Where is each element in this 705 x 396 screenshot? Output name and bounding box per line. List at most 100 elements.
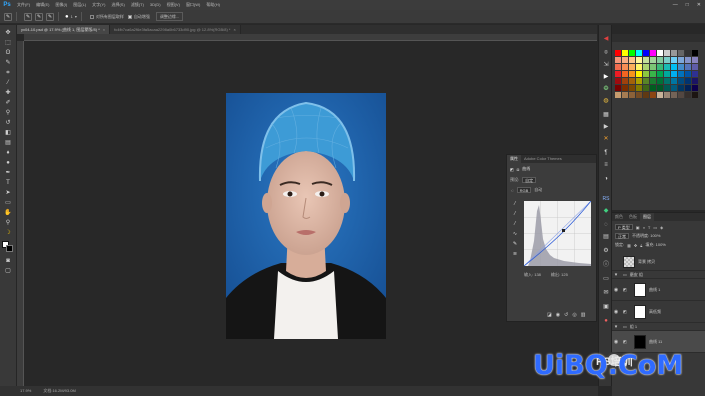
color-swatch[interactable]: [615, 85, 621, 91]
paragraph-icon[interactable]: ≡: [602, 161, 610, 169]
color-swatch[interactable]: [657, 50, 663, 56]
auto-button[interactable]: 自动: [534, 187, 542, 193]
opacity-label[interactable]: 不透明度: 100%: [632, 233, 660, 239]
color-swatch[interactable]: [685, 85, 691, 91]
color-swatch[interactable]: [650, 50, 656, 56]
glyph-icon[interactable]: ◌: [602, 221, 610, 229]
color-swatch[interactable]: [664, 57, 670, 63]
tools-icon[interactable]: ✕: [602, 135, 610, 143]
lock-all-icon[interactable]: 🔒︎: [640, 243, 642, 248]
clone-stamp-tool-icon[interactable]: ⚲: [3, 109, 13, 117]
screen-mode-icon[interactable]: ▢: [3, 267, 13, 275]
color-swatch[interactable]: [657, 57, 663, 63]
layer-mask-thumbnail[interactable]: [634, 304, 646, 319]
color-swatch[interactable]: [692, 85, 698, 91]
set-black-point-icon[interactable]: ⁄: [511, 201, 519, 208]
color-swatch[interactable]: [622, 92, 628, 98]
color-swatch[interactable]: [643, 50, 649, 56]
tab-document-1[interactable]: yx04-10.psd @ 17.9% (曲线 1, 图层蒙版/8) * ×: [17, 25, 111, 34]
preset-dropdown[interactable]: 自定: [522, 177, 537, 183]
menu-item[interactable]: 图像(I): [52, 0, 70, 10]
color-swatch[interactable]: [643, 71, 649, 77]
color-swatch[interactable]: [657, 71, 663, 77]
color-swatch[interactable]: [685, 78, 691, 84]
timeline-icon[interactable]: ▭: [602, 275, 610, 283]
color-swatch[interactable]: [622, 50, 628, 56]
layer-row[interactable]: ◉ ◩ 高低频: [612, 301, 705, 323]
layer-mask-thumbnail[interactable]: [634, 282, 646, 297]
type-filter-icon[interactable]: T: [648, 225, 650, 230]
brush-size-value[interactable]: 1: [71, 14, 73, 19]
color-swatch[interactable]: [650, 85, 656, 91]
color-swatch[interactable]: [622, 71, 628, 77]
background-color-swatch[interactable]: [6, 245, 13, 252]
menu-item[interactable]: 滤镜(T): [128, 0, 147, 10]
color-swatch[interactable]: [678, 92, 684, 98]
curves-graph[interactable]: [524, 201, 591, 266]
blend-mode-dropdown[interactable]: 正常: [615, 233, 629, 239]
tab-swatches[interactable]: 色板: [626, 213, 640, 221]
color-swatch[interactable]: [615, 50, 621, 56]
layer-row[interactable]: ▾ ▭ 磨皮 组: [612, 271, 705, 279]
shape-tool-icon[interactable]: ▭: [3, 199, 13, 207]
color-swatch[interactable]: [643, 78, 649, 84]
shape-filter-icon[interactable]: ▭: [653, 225, 657, 230]
color-swatch[interactable]: [650, 64, 656, 70]
mask-icon[interactable]: ◘: [517, 167, 519, 172]
color-swatch[interactable]: [692, 71, 698, 77]
layer-comp-icon[interactable]: ▤: [602, 233, 610, 241]
color-swatch[interactable]: [622, 57, 628, 63]
marquee-tool-icon[interactable]: ⬚: [3, 39, 13, 47]
color-swatch[interactable]: [678, 57, 684, 63]
subtract-selection-icon[interactable]: ✎: [46, 12, 54, 21]
color-swatch[interactable]: [685, 57, 691, 63]
color-swatch[interactable]: [629, 57, 635, 63]
color-swatch[interactable]: [692, 50, 698, 56]
color-swatch[interactable]: [650, 78, 656, 84]
layer-mask-thumbnail[interactable]: [634, 334, 646, 349]
set-gray-point-icon[interactable]: ⁄: [511, 211, 519, 218]
quick-mask-icon[interactable]: ◙: [3, 257, 13, 265]
delete-icon[interactable]: ▥: [581, 312, 586, 318]
fill-label[interactable]: 填充: 100%: [645, 242, 665, 248]
navigator-icon[interactable]: ⇲: [602, 61, 610, 69]
eye-icon[interactable]: ▾: [612, 324, 620, 330]
color-swatch[interactable]: [678, 85, 684, 91]
healing-brush-tool-icon[interactable]: ✚: [3, 89, 13, 97]
color-swatch[interactable]: [664, 78, 670, 84]
color-swatch[interactable]: [615, 71, 621, 77]
notes-icon[interactable]: ✉: [602, 289, 610, 297]
history-brush-tool-icon[interactable]: ↺: [3, 119, 13, 127]
color-swatch[interactable]: [692, 78, 698, 84]
color-swatch[interactable]: [629, 50, 635, 56]
color-swatch[interactable]: [636, 71, 642, 77]
brush-tool-icon[interactable]: ✐: [3, 99, 13, 107]
color-plugin-icon[interactable]: ●: [602, 317, 610, 325]
channel-dropdown[interactable]: RGB: [516, 187, 532, 193]
color-swatch[interactable]: [629, 71, 635, 77]
color-swatch[interactable]: [671, 57, 677, 63]
color-swatch[interactable]: [692, 64, 698, 70]
color-swatch[interactable]: [678, 50, 684, 56]
quick-selection-tool-preset-icon[interactable]: ✎: [4, 12, 12, 21]
lock-position-icon[interactable]: ✥: [634, 243, 637, 248]
color-swatch[interactable]: [622, 64, 628, 70]
color-swatch[interactable]: [678, 71, 684, 77]
color-swatch[interactable]: [657, 85, 663, 91]
layer-row[interactable]: ◉ ◩ 曲线 1: [612, 279, 705, 301]
color-swatch[interactable]: [615, 92, 621, 98]
brush-picker-chevron-icon[interactable]: ▾: [75, 14, 77, 19]
add-to-selection-icon[interactable]: ✎: [35, 12, 43, 21]
brush-presets-icon[interactable]: ▦: [602, 111, 610, 119]
color-swatch[interactable]: [629, 92, 635, 98]
auto-enhance-checkbox[interactable]: [127, 14, 132, 19]
maximize-button[interactable]: □: [686, 0, 689, 10]
eye-icon[interactable]: ◉: [612, 287, 620, 293]
actions-icon[interactable]: ▶: [602, 123, 610, 131]
menu-item[interactable]: 图层(L): [70, 0, 89, 10]
menu-item[interactable]: 编辑(E): [33, 0, 52, 10]
reset-icon[interactable]: ↺: [564, 312, 568, 318]
eye-icon[interactable]: ◉: [612, 309, 620, 315]
eye-icon[interactable]: ◉: [612, 339, 620, 345]
close-tab-icon[interactable]: ×: [103, 27, 105, 32]
